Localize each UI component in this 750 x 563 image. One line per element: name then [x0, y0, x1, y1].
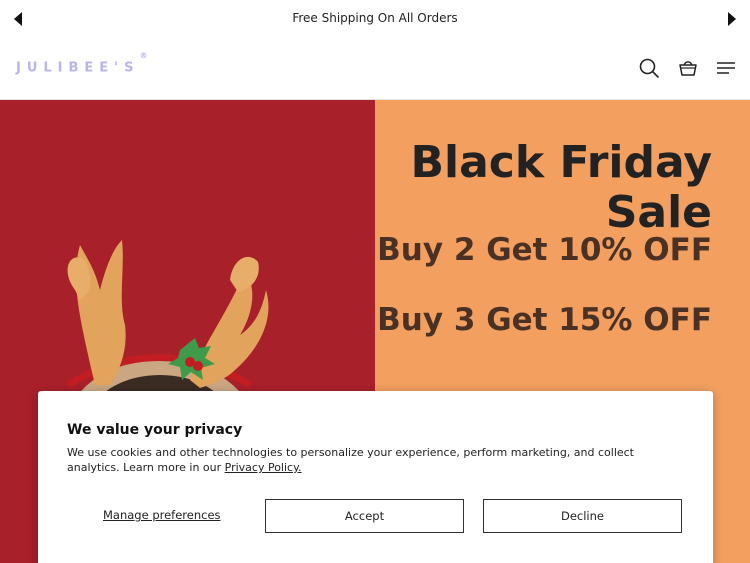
- cart-icon[interactable]: [677, 57, 699, 79]
- decline-button[interactable]: Decline: [483, 499, 682, 533]
- announcement-bar: Free Shipping On All Orders: [0, 0, 750, 37]
- privacy-policy-link[interactable]: Privacy Policy.: [225, 461, 302, 474]
- cookie-body-text: We use cookies and other technologies to…: [67, 446, 634, 474]
- registered-mark: ®: [139, 51, 148, 60]
- cookie-title: We value your privacy: [67, 422, 243, 438]
- site-header: JULIBEE'S®: [0, 37, 750, 100]
- brand-logo[interactable]: JULIBEE'S®: [16, 51, 148, 76]
- manage-preferences-link[interactable]: Manage preferences: [103, 508, 221, 522]
- hero-title-line2: Sale: [605, 187, 712, 238]
- hero-title: Black Friday Sale: [410, 138, 712, 238]
- hero-title-line1: Black Friday: [410, 137, 712, 188]
- announcement-text: Free Shipping On All Orders: [292, 11, 458, 25]
- offer-line-1: Buy 2 Get 10% OFF: [377, 232, 712, 268]
- logo-text: JULIBEE'S: [16, 60, 140, 76]
- cookie-consent-banner: We value your privacy We use cookies and…: [38, 391, 713, 563]
- triangle-right-icon[interactable]: [728, 12, 736, 26]
- offer-line-2: Buy 3 Get 15% OFF: [377, 302, 712, 338]
- cookie-body: We use cookies and other technologies to…: [67, 445, 677, 475]
- accept-button[interactable]: Accept: [265, 499, 464, 533]
- search-icon[interactable]: [638, 57, 660, 79]
- menu-icon[interactable]: [715, 57, 737, 79]
